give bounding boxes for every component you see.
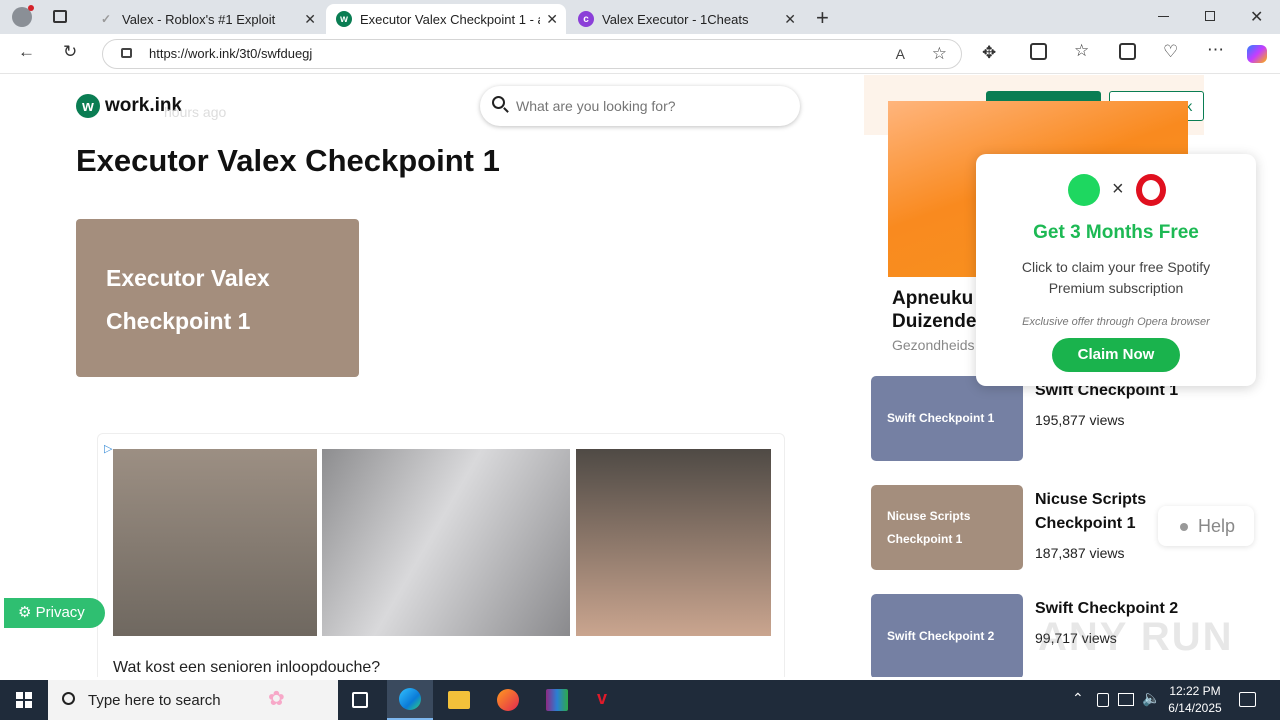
ghost-text: hours ago: [164, 104, 227, 120]
related-views: 195,877 views: [1035, 412, 1125, 428]
search-icon-handle: [503, 107, 509, 113]
task-view-icon[interactable]: [352, 692, 368, 708]
logo-mark: w: [76, 94, 100, 118]
ad-image-faucet[interactable]: [322, 449, 570, 636]
tray-chevron-icon[interactable]: ⌃: [1072, 690, 1084, 707]
related-thumb[interactable]: Swift Checkpoint 1: [871, 376, 1023, 461]
page-title: Executor Valex Checkpoint 1: [76, 143, 500, 178]
taskbar-search-placeholder: Type here to search: [88, 692, 221, 709]
tab-executor-valex[interactable]: w Executor Valex Checkpoint 1 - at w ✕: [326, 4, 566, 34]
ad-caption[interactable]: Wat kost een senioren inloopdouche?: [113, 659, 380, 677]
sidebar-ad-title[interactable]: Apneuku Duizende: [892, 287, 982, 333]
anyrun-watermark: ANY RUN: [1038, 615, 1234, 659]
restore-icon[interactable]: [1205, 11, 1215, 21]
flowers-icon: ✿: [268, 688, 285, 710]
opera-icon: [1136, 174, 1166, 206]
help-dot-icon: [1180, 523, 1188, 532]
winrar-icon[interactable]: [546, 689, 568, 711]
claim-now-button[interactable]: Claim Now: [1052, 338, 1180, 372]
firefox-icon[interactable]: [497, 689, 519, 711]
ad-image-senior[interactable]: [113, 449, 317, 636]
notifications-icon[interactable]: [1239, 692, 1256, 707]
lock-icon: [121, 48, 132, 58]
url-text: https://work.ink/3t0/swfduegj: [149, 46, 313, 61]
read-aloud-icon[interactable]: A: [896, 40, 905, 68]
close-tab-icon[interactable]: ✕: [304, 11, 316, 28]
address-bar[interactable]: https://work.ink/3t0/swfduegj A ☆: [102, 39, 962, 69]
adchoices-icon[interactable]: ▷: [104, 442, 112, 455]
browser-toolbar: ← ↻ https://work.ink/3t0/swfduegj A ☆ ✥ …: [0, 34, 1280, 74]
spotify-icon: [1068, 174, 1100, 206]
workink-favicon-icon: w: [336, 11, 352, 27]
v-favicon-icon: ✓: [100, 12, 112, 26]
close-tab-icon[interactable]: ✕: [546, 11, 558, 28]
valex-app-icon[interactable]: v: [597, 688, 607, 709]
collections-icon[interactable]: [1119, 43, 1136, 60]
related-thumb[interactable]: Nicuse Scripts Checkpoint 1: [871, 485, 1023, 570]
new-tab-icon[interactable]: +: [816, 5, 829, 31]
web-page: w work.ink hours ago Premium Login Creat…: [4, 75, 1276, 677]
taskbar-search[interactable]: Type here to search ✿: [48, 680, 338, 720]
favorite-star-icon[interactable]: ☆: [932, 40, 947, 68]
file-explorer-icon[interactable]: [448, 691, 470, 709]
windows-taskbar: Type here to search ✿ v ⌃ 🔈 12:22 PM 6/1…: [0, 680, 1280, 720]
sidebar-ad-source: Gezondheids: [892, 337, 975, 353]
gear-icon: ⚙: [18, 604, 36, 621]
profile-alert-dot: [28, 5, 34, 11]
minimize-icon[interactable]: [1158, 16, 1169, 17]
window-close-icon[interactable]: ✕: [1250, 7, 1263, 27]
related-views: 187,387 views: [1035, 545, 1125, 561]
extensions-icon[interactable]: ✥: [982, 43, 996, 63]
edge-icon: [399, 688, 421, 710]
related-title[interactable]: Nicuse Scripts Checkpoint 1: [1035, 488, 1165, 536]
popup-fine-print: Exclusive offer through Opera browser: [1022, 316, 1210, 328]
back-icon[interactable]: ←: [18, 42, 35, 62]
more-menu-icon[interactable]: ⋯: [1207, 40, 1224, 60]
popup-body: Click to claim your free Spotify Premium…: [1021, 259, 1211, 296]
popup-x-symbol: ×: [1112, 178, 1124, 200]
tab-actions-icon[interactable]: [53, 10, 67, 23]
tab-valex-roblox[interactable]: ✓ Valex - Roblox's #1 Exploit ✕: [88, 4, 324, 34]
clock-time[interactable]: 12:22 PM: [1160, 684, 1230, 698]
reload-icon[interactable]: ↻: [63, 42, 77, 62]
ad-image-foot[interactable]: [576, 449, 771, 636]
favorites-icon[interactable]: ☆: [1074, 41, 1089, 61]
privacy-label: Privacy: [35, 604, 85, 621]
copilot-icon[interactable]: [1247, 45, 1267, 63]
help-label: Help: [1198, 516, 1236, 536]
tab-valex-1cheats[interactable]: c Valex Executor - 1Cheats ✕: [568, 4, 804, 34]
hero-card: Executor Valex Checkpoint 1: [76, 219, 359, 377]
tab-title: Executor Valex Checkpoint 1 - at w: [360, 11, 540, 27]
tray-device-icon[interactable]: [1097, 693, 1109, 707]
windows-start-icon[interactable]: [16, 692, 32, 708]
privacy-button[interactable]: ⚙ Privacy: [4, 598, 105, 628]
tab-title: Valex - Roblox's #1 Exploit: [122, 11, 276, 27]
network-icon[interactable]: [1118, 693, 1134, 706]
tab-title: Valex Executor - 1Cheats: [602, 11, 749, 27]
split-screen-icon[interactable]: [1030, 43, 1047, 60]
help-button[interactable]: Help: [1158, 506, 1254, 546]
volume-icon[interactable]: 🔈: [1142, 689, 1161, 707]
clock-date[interactable]: 6/14/2025: [1160, 701, 1230, 715]
1cheats-favicon-icon: c: [578, 11, 594, 27]
search-icon: [62, 692, 75, 705]
popup-heading: Get 3 Months Free: [1033, 222, 1199, 243]
search-box[interactable]: [480, 86, 800, 126]
performance-icon[interactable]: ♡: [1163, 42, 1178, 62]
hero-card-text: Executor Valex Checkpoint 1: [106, 265, 270, 334]
browser-tab-bar: ✓ Valex - Roblox's #1 Exploit ✕ w Execut…: [0, 0, 1280, 34]
spotify-promo-popup: × Get 3 Months Free Click to claim your …: [976, 154, 1256, 386]
edge-taskbar-icon[interactable]: [387, 680, 433, 720]
related-thumb[interactable]: Swift Checkpoint 2: [871, 594, 1023, 677]
ad-container: ▷ Wat kost een senioren inloopdouche?: [97, 433, 785, 677]
search-input[interactable]: [516, 95, 776, 117]
close-tab-icon[interactable]: ✕: [784, 11, 796, 28]
